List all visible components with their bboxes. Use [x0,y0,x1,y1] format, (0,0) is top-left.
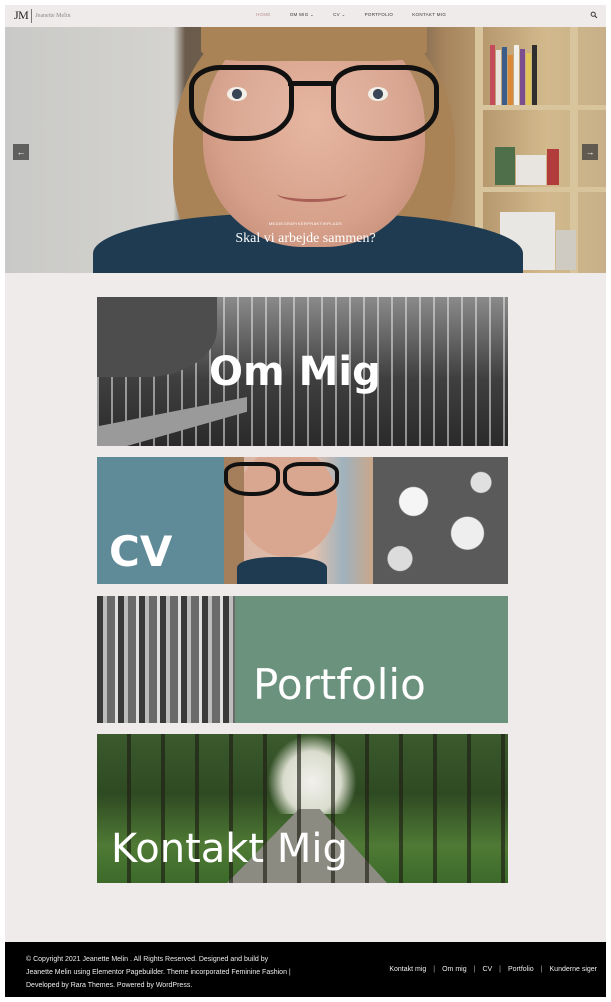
footer-link-cv[interactable]: CV [482,966,492,973]
tile-om-mig[interactable]: Om Mig [97,297,508,446]
search-icon[interactable] [590,11,598,19]
footer-divider: | [540,966,543,973]
hero-category[interactable]: MEDIEGRAFIKERPRAKTIKPLADS [5,221,606,226]
nav-item-portfolio[interactable]: PORTFOLIO [365,12,394,18]
hero-slider: ← → MEDIEGRAFIKERPRAKTIKPLADS Skal vi ar… [5,27,606,273]
copyright-line: © Copyright 2021 Jeanette Melin . All Ri… [26,956,269,963]
tile-label: Kontakt Mig [111,826,348,872]
slider-next-button[interactable]: → [582,144,598,160]
slider-prev-button[interactable]: ← [13,144,29,160]
logo-mark: JM [14,8,29,22]
tile-portfolio[interactable]: Portfolio [97,596,508,723]
tile-cv[interactable]: CV [97,457,508,584]
footer-link-kunderne-siger[interactable]: Kunderne siger [550,966,597,973]
logo-divider [31,8,33,23]
copyright-line: Jeanette Melin using Elementor Pagebuild… [26,969,291,976]
footer-divider: | [473,966,476,973]
nav-item-home[interactable]: HOME [256,12,271,18]
site-footer: © Copyright 2021 Jeanette Melin . All Ri… [5,942,606,997]
footer-link-portfolio[interactable]: Portfolio [508,966,534,973]
copyright-text: © Copyright 2021 Jeanette Melin . All Ri… [26,953,326,992]
page-frame: JM Jeanette Melin HOME OM MIG ⌄ CV ⌄ POR… [5,5,606,997]
nav-item-cv[interactable]: CV ⌄ [333,12,345,18]
nav-item-kontakt-mig[interactable]: KONTAKT MIG [412,12,446,18]
logo-name: Jeanette Melin [35,12,71,19]
tile-label: Om Mig [209,349,381,395]
footer-nav: Kontakt mig | Om mig | CV | Portfolio | … [389,966,597,973]
main-nav: HOME OM MIG ⌄ CV ⌄ PORTFOLIO KONTAKT MIG [256,12,465,18]
footer-link-om-mig[interactable]: Om mig [442,966,467,973]
copyright-line: Developed by Rara Themes. Powered by Wor… [26,982,193,989]
tile-label: CV [109,527,173,576]
nav-item-om-mig[interactable]: OM MIG ⌄ [290,12,314,18]
footer-divider: | [499,966,501,973]
hero-title[interactable]: Skal vi arbejde sammen? [5,231,606,247]
footer-divider: | [433,966,436,973]
footer-link-kontakt-mig[interactable]: Kontakt mig [389,966,426,973]
site-logo[interactable]: JM Jeanette Melin [14,8,71,23]
tile-kontakt-mig[interactable]: Kontakt Mig [97,734,508,883]
tile-label: Portfolio [253,660,426,709]
site-header: JM Jeanette Melin HOME OM MIG ⌄ CV ⌄ POR… [5,5,606,27]
